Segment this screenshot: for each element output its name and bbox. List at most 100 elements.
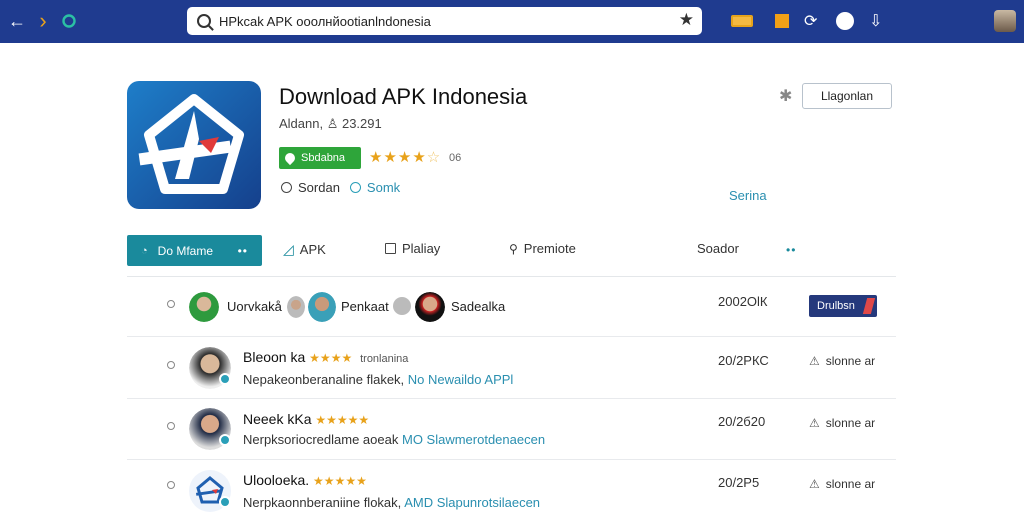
row-stars: ★★★★★ xyxy=(315,413,370,427)
meta-link-2[interactable]: Sоmk xyxy=(367,180,400,195)
verified-badge-icon xyxy=(219,434,231,446)
extension-shield-icon[interactable] xyxy=(58,10,80,32)
tab-active[interactable]: ◔ Do Mfame •• xyxy=(127,235,262,266)
tab-sort-label: Soador xyxy=(697,241,739,256)
row-description: Nepakeonberanaline flakek, No Newaildo A… xyxy=(243,372,513,387)
user-name-3[interactable]: Sadealka xyxy=(451,299,505,314)
square-icon xyxy=(385,243,396,254)
row-desc-text: Nerpkaonnberaniine flokak, xyxy=(243,495,402,510)
row-action[interactable]: ⚠ slonne ar xyxy=(809,354,875,368)
avatar xyxy=(415,292,445,322)
header-action-button[interactable]: Llagonlan xyxy=(802,83,892,109)
row-stars: ★★★★★ xyxy=(313,474,367,488)
warning-icon: ⚠ xyxy=(809,354,820,368)
meta-link-1[interactable]: Sоrdаn xyxy=(298,180,340,195)
avatar xyxy=(393,297,411,315)
app-rating-stars: ★★★★☆ xyxy=(369,148,441,166)
row-desc-link[interactable]: No Newaildo APPl xyxy=(408,372,514,387)
avatar xyxy=(287,296,305,318)
row-description: Nerpkaonnberaniine flokak, AMD Slapunrot… xyxy=(243,495,540,510)
side-link[interactable]: Serina xyxy=(729,188,767,203)
verified-badge-icon xyxy=(219,496,231,508)
app-meta-links: Sоrdаn Sоmk xyxy=(281,180,400,195)
table-row[interactable]: Neeek kKa ★★★★★ Nerpksoriocredlame aoeak… xyxy=(127,399,896,460)
refresh-icon[interactable]: ⟳ xyxy=(804,11,817,31)
download-icon[interactable]: ⇩ xyxy=(869,11,882,31)
row-action[interactable]: ⚠ slonne ar xyxy=(809,416,875,430)
row-date: 20/2Р5 xyxy=(718,475,760,490)
row-name: Bleoon ka xyxy=(243,349,306,365)
user-name-2[interactable]: Penkaat xyxy=(341,299,389,314)
row-radio-icon[interactable] xyxy=(167,422,175,430)
avatar xyxy=(308,292,336,322)
app-logo xyxy=(127,81,261,209)
row-desc-text: Nerpksoriocredlame aoeak xyxy=(243,432,399,447)
tabs-more[interactable]: •• xyxy=(786,243,796,257)
pin-icon[interactable]: ✱ xyxy=(779,86,792,106)
row-action-label: Drulbsn xyxy=(817,300,855,312)
warning-icon: ⚠ xyxy=(809,416,820,430)
row-action-label: slonne ar xyxy=(825,477,876,491)
forward-arrow-icon[interactable]: › xyxy=(32,10,54,32)
row-desc-link[interactable]: AMD Slapunrotsilaecen xyxy=(404,495,540,510)
tab-apk[interactable]: ◿ APK xyxy=(283,241,326,258)
flag-icon xyxy=(862,298,876,314)
rating-count: 06 xyxy=(449,152,462,164)
app-meta: Aldann, ♙ 23.291 xyxy=(279,116,382,131)
tab-active-icon: ◔ xyxy=(141,244,148,257)
circle-teal-icon xyxy=(349,182,361,193)
install-button[interactable]: Sbdabna xyxy=(279,147,361,169)
row-stars: ★★★★ xyxy=(309,351,353,365)
row-date: 2002ОlК xyxy=(718,294,768,309)
verified-badge-icon xyxy=(219,373,231,385)
apk-icon: ◿ xyxy=(283,241,294,257)
circle-icon xyxy=(281,182,292,193)
search-icon xyxy=(197,14,211,28)
row-date: 20/2б20 xyxy=(718,414,766,429)
warning-icon: ⚠ xyxy=(809,477,820,491)
install-label: Sbdabna xyxy=(301,152,346,164)
account-circle-icon[interactable] xyxy=(836,11,854,31)
tab-apk-label: APK xyxy=(299,242,326,257)
address-url[interactable]: HPkcak APK ооолнйооtiаnlndоnesiа xyxy=(219,14,702,29)
table-row[interactable]: Ulooloeka. ★★★★★ Nerpkaonnberaniine flok… xyxy=(127,460,896,512)
table-row[interactable]: Bleoon ka ★★★★ tronlanina Nepakeonberana… xyxy=(127,337,896,399)
row-description: Nerpksoriocredlame aoeak MO Slawmerotden… xyxy=(243,432,545,447)
extension-flag-icon[interactable] xyxy=(775,11,789,31)
row-action-label: slonne ar xyxy=(825,354,876,368)
tab-profile[interactable]: ⚲ Premiote xyxy=(509,241,576,256)
row-title[interactable]: Neeek kKa ★★★★★ xyxy=(243,411,369,427)
extension-badge-icon[interactable] xyxy=(731,11,753,31)
row-radio-icon[interactable] xyxy=(167,300,175,308)
browser-toolbar: ← › HPkcak APK ооолнйооtiаnlndоnesiа ★ ⟳… xyxy=(0,0,1024,43)
app-title: Download APK Indonesia xyxy=(279,84,528,109)
row-title[interactable]: Ulooloeka. ★★★★★ xyxy=(243,472,367,488)
user-name-1[interactable]: Uorvkakå xyxy=(227,299,282,314)
tab-active-label: Do Mfame xyxy=(157,243,214,258)
row-title[interactable]: Bleoon ka ★★★★ tronlanina xyxy=(243,349,408,365)
row-date: 20/2РКС xyxy=(718,353,769,368)
address-bar[interactable]: HPkcak APK ооолнйооtiаnlndоnesiа ★ xyxy=(187,7,702,35)
row-desc-text: Nepakeonberanaline flakek, xyxy=(243,372,405,387)
tab-library[interactable]: Plaliay xyxy=(385,241,440,256)
tab-profile-label: Premiote xyxy=(523,241,576,256)
tab-library-label: Plaliay xyxy=(402,241,441,256)
row-radio-icon[interactable] xyxy=(167,481,175,489)
bookmark-star-icon[interactable]: ★ xyxy=(679,10,694,30)
tab-active-dots: •• xyxy=(237,243,248,258)
heart-icon xyxy=(282,150,298,166)
tab-sort[interactable]: Soador xyxy=(697,241,739,256)
row-desc-link[interactable]: MO Slawmerotdenaecen xyxy=(402,432,545,447)
row-name: Neeek kKa xyxy=(243,411,312,427)
profile-avatar[interactable] xyxy=(994,10,1016,32)
row-action-label: slonne ar xyxy=(825,416,876,430)
back-arrow-icon[interactable]: ← xyxy=(6,10,28,32)
avatar xyxy=(189,292,219,322)
row-action[interactable]: ⚠ slonne ar xyxy=(809,477,875,491)
pin-tab-icon: ⚲ xyxy=(509,241,518,256)
table-row[interactable]: Uorvkakå Penkaat Sadealka 2002ОlК Drulbs… xyxy=(127,277,896,337)
rating-stars-empty: ☆ xyxy=(426,149,442,166)
rating-stars-filled: ★★★★ xyxy=(369,149,427,166)
row-action-button[interactable]: Drulbsn xyxy=(809,295,877,317)
row-radio-icon[interactable] xyxy=(167,361,175,369)
